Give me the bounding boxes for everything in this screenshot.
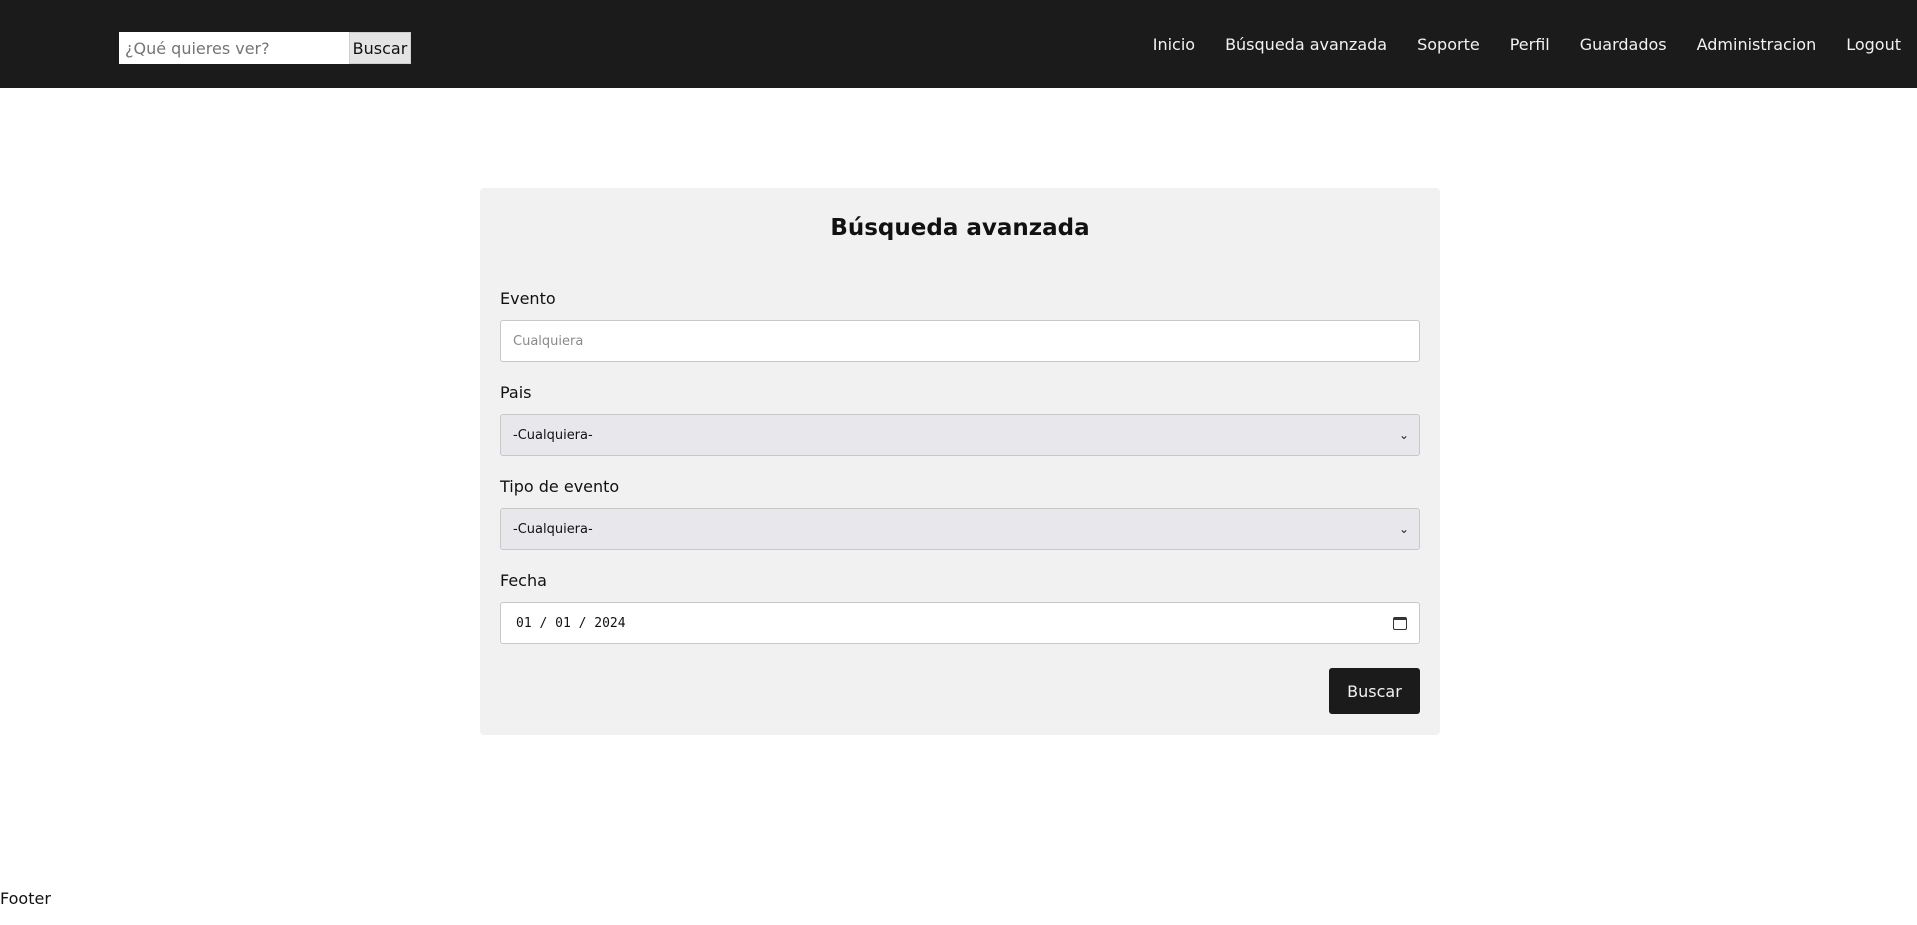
nav-busqueda-avanzada[interactable]: Búsqueda avanzada <box>1225 35 1387 54</box>
search-submit-button[interactable]: Buscar <box>1329 668 1420 714</box>
advanced-search-card: Búsqueda avanzada Evento Pais -Cualquier… <box>480 188 1440 735</box>
evento-field: Evento <box>500 288 1420 362</box>
header-search-button[interactable]: Buscar <box>349 32 411 64</box>
evento-input[interactable] <box>500 320 1420 362</box>
header-search-form: Buscar <box>119 32 411 64</box>
chevron-down-icon: ⌄ <box>1398 428 1409 442</box>
nav-guardados[interactable]: Guardados <box>1580 35 1667 54</box>
nav-administracion[interactable]: Administracion <box>1697 35 1817 54</box>
main-nav: Inicio Búsqueda avanzada Soporte Perfil … <box>1153 0 1901 88</box>
fecha-label: Fecha <box>500 571 547 590</box>
pais-label: Pais <box>500 383 532 402</box>
nav-perfil[interactable]: Perfil <box>1510 35 1550 54</box>
nav-soporte[interactable]: Soporte <box>1417 35 1480 54</box>
pais-select-value: -Cualquiera- <box>513 427 593 443</box>
nav-logout[interactable]: Logout <box>1846 35 1901 54</box>
nav-inicio[interactable]: Inicio <box>1153 35 1195 54</box>
page-title: Búsqueda avanzada <box>830 215 1090 241</box>
tipo-evento-select-value: -Cualquiera- <box>513 521 593 537</box>
footer: Footer <box>0 889 51 908</box>
calendar-icon[interactable] <box>1393 616 1407 630</box>
pais-select[interactable]: -Cualquiera- ⌄ <box>500 414 1420 456</box>
fecha-value: 01 / 01 / 2024 <box>516 615 626 631</box>
fecha-date-input[interactable]: 01 / 01 / 2024 <box>500 602 1420 644</box>
fecha-field: Fecha 01 / 01 / 2024 <box>500 570 1420 644</box>
top-navbar: Buscar Inicio Búsqueda avanzada Soporte … <box>0 0 1917 88</box>
chevron-down-icon: ⌄ <box>1398 522 1409 536</box>
pais-field: Pais -Cualquiera- ⌄ <box>500 382 1420 456</box>
evento-label: Evento <box>500 289 556 308</box>
tipo-evento-label: Tipo de evento <box>500 477 620 496</box>
tipo-evento-field: Tipo de evento -Cualquiera- ⌄ <box>500 476 1420 550</box>
tipo-evento-select[interactable]: -Cualquiera- ⌄ <box>500 508 1420 550</box>
header-search-input[interactable] <box>119 32 349 64</box>
